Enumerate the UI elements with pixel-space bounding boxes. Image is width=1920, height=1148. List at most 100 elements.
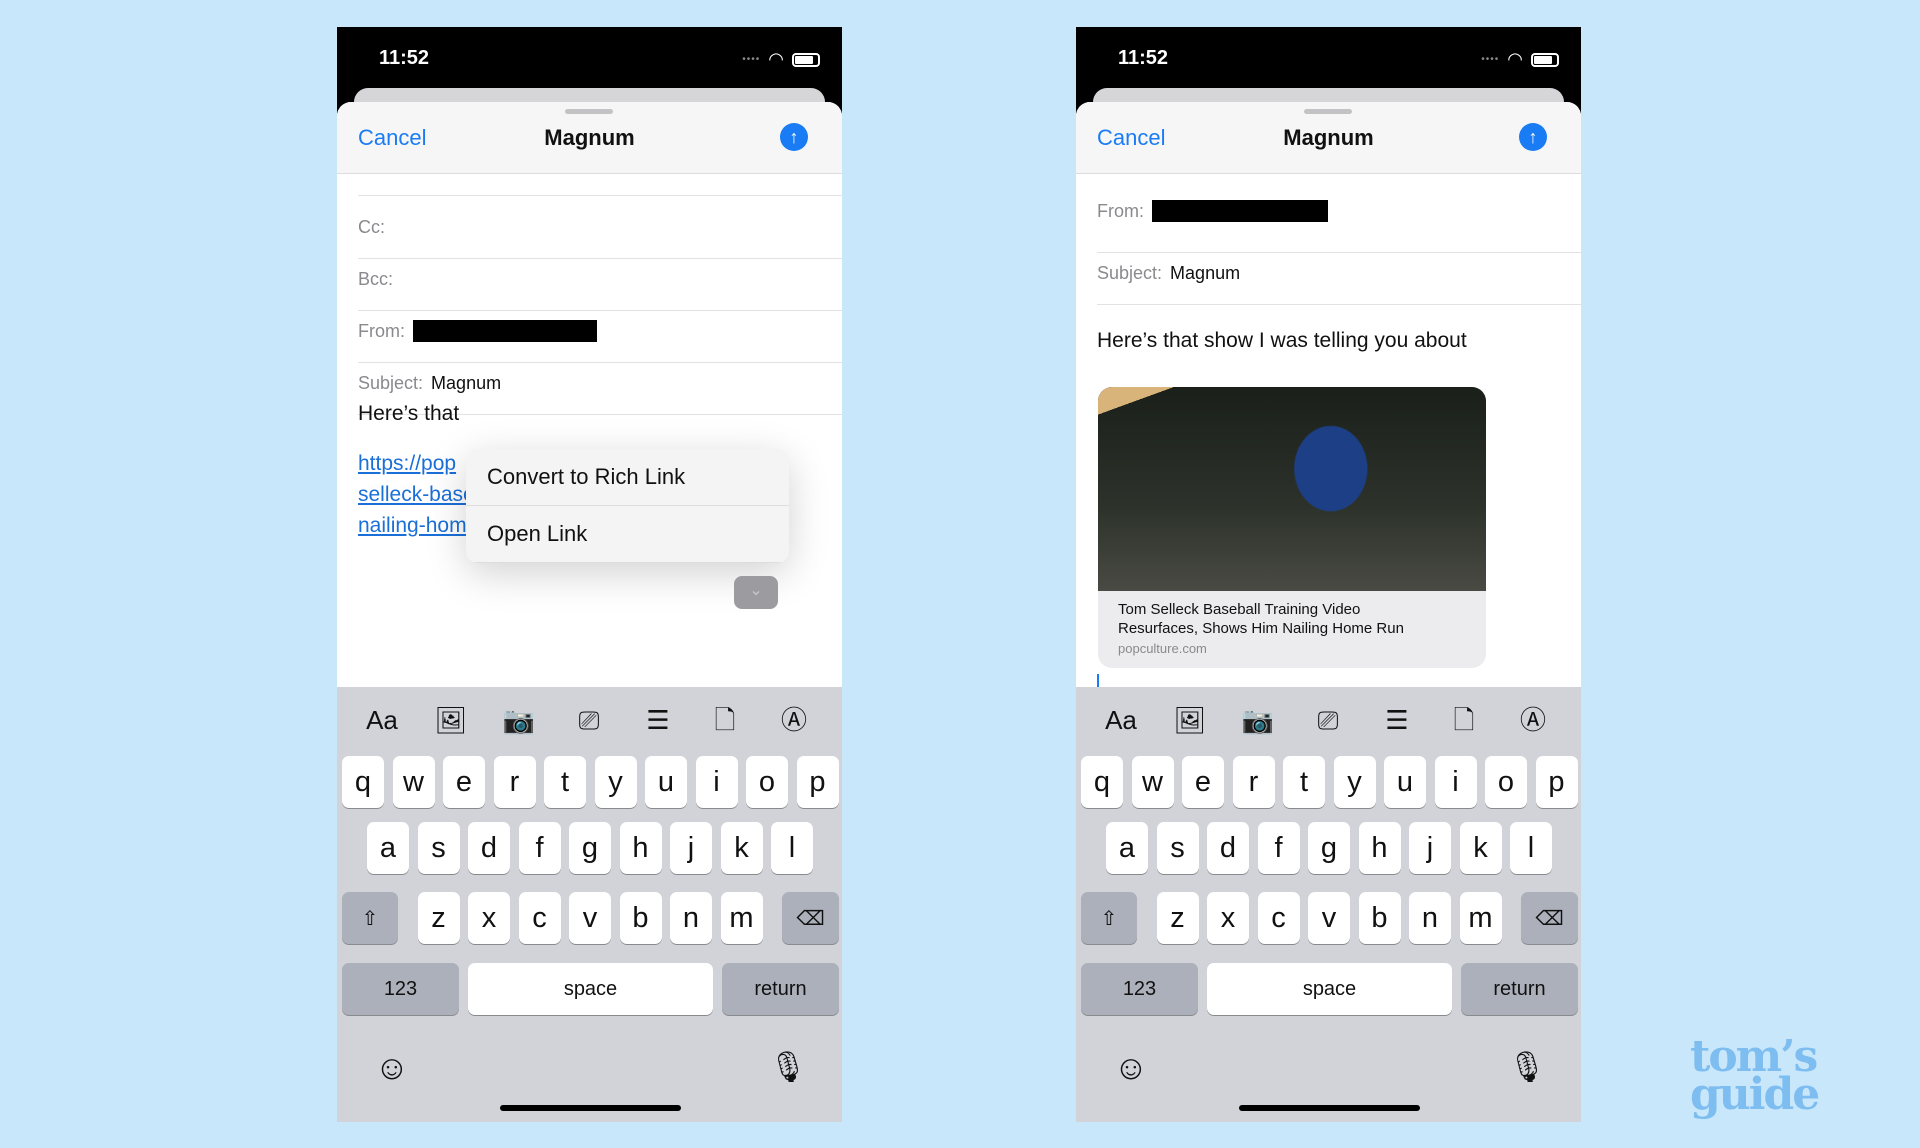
chevron-down-button[interactable]: ⌄ — [734, 576, 778, 609]
camera-icon[interactable]: 📷 — [1238, 705, 1278, 735]
key-i[interactable]: i — [1434, 756, 1477, 808]
sheet-grabber[interactable] — [1304, 109, 1352, 114]
key-y[interactable]: y — [594, 756, 637, 808]
field-row[interactable]: Subject: Magnum — [1097, 242, 1581, 305]
key-g[interactable]: g — [569, 822, 611, 874]
key-h[interactable]: h — [619, 822, 662, 874]
key-o[interactable]: o — [746, 756, 788, 808]
key-l[interactable]: l — [1510, 822, 1552, 874]
scan-text-icon[interactable]: ☰ — [638, 705, 678, 735]
microphone-icon[interactable]: 🎙 — [768, 1053, 808, 1083]
key-p[interactable]: p — [1535, 756, 1578, 808]
key-v[interactable]: v — [569, 892, 611, 944]
space-key[interactable]: space — [468, 963, 713, 1015]
key-p[interactable]: p — [796, 756, 839, 808]
photo-library-icon[interactable]: 🖼 — [1170, 705, 1210, 735]
delete-key[interactable]: ⌫ — [782, 892, 839, 944]
emoji-icon[interactable]: ☺ — [1111, 1051, 1151, 1085]
key-z[interactable]: z — [1156, 892, 1199, 944]
key-u[interactable]: u — [1384, 756, 1426, 808]
key-a[interactable]: a — [1106, 822, 1148, 874]
key-l[interactable]: l — [771, 822, 813, 874]
open-link-menu-item[interactable]: Open Link — [466, 506, 789, 563]
home-indicator[interactable] — [500, 1105, 681, 1111]
text-format-button[interactable]: Aa — [1101, 705, 1141, 735]
home-indicator[interactable] — [1239, 1105, 1420, 1111]
key-u[interactable]: u — [645, 756, 687, 808]
key-y[interactable]: y — [1333, 756, 1376, 808]
key-s[interactable]: s — [1156, 822, 1199, 874]
body-text[interactable]: Here’s that — [358, 402, 459, 426]
photo-library-icon[interactable]: 🖼 — [431, 705, 471, 735]
key-i[interactable]: i — [695, 756, 738, 808]
key-d[interactable]: d — [1207, 822, 1249, 874]
text-format-button[interactable]: Aa — [362, 705, 402, 735]
key-t[interactable]: t — [544, 756, 586, 808]
url-link[interactable]: https://pop — [358, 452, 456, 476]
key-h[interactable]: h — [1358, 822, 1401, 874]
scan-document-icon[interactable]: ⎚ — [1308, 705, 1348, 735]
key-n[interactable]: n — [1409, 892, 1451, 944]
convert-to-rich-link-menu-item[interactable]: Convert to Rich Link — [466, 449, 789, 506]
key-x[interactable]: x — [468, 892, 510, 944]
delete-icon: ⌫ — [1535, 907, 1564, 930]
send-button[interactable]: ↑ — [1519, 123, 1547, 151]
key-j[interactable]: j — [670, 822, 712, 874]
key-q[interactable]: q — [342, 756, 384, 808]
key-q[interactable]: q — [1081, 756, 1123, 808]
key-k[interactable]: k — [720, 822, 763, 874]
key-d[interactable]: d — [468, 822, 510, 874]
delete-key[interactable]: ⌫ — [1521, 892, 1578, 944]
rich-link-card[interactable]: Tom Selleck Baseball Training Video Resur… — [1098, 387, 1486, 668]
key-a[interactable]: a — [367, 822, 409, 874]
space-key[interactable]: space — [1207, 963, 1452, 1015]
wifi-icon: ◠ — [1507, 49, 1523, 69]
emoji-icon[interactable]: ☺ — [372, 1051, 412, 1085]
chevron-down-icon: ⌄ — [749, 582, 763, 599]
key-v[interactable]: v — [1308, 892, 1350, 944]
key-c[interactable]: c — [1257, 892, 1300, 944]
key-s[interactable]: s — [417, 822, 460, 874]
scan-document-icon[interactable]: ⎚ — [569, 705, 609, 735]
key-e[interactable]: e — [443, 756, 485, 808]
file-icon[interactable]: 🗋 — [705, 705, 745, 735]
key-r[interactable]: r — [493, 756, 536, 808]
key-j[interactable]: j — [1409, 822, 1451, 874]
key-o[interactable]: o — [1485, 756, 1527, 808]
key-c[interactable]: c — [518, 892, 561, 944]
key-w[interactable]: w — [1131, 756, 1174, 808]
scan-text-icon[interactable]: ☰ — [1377, 705, 1417, 735]
key-b[interactable]: b — [619, 892, 662, 944]
markup-icon[interactable]: Ⓐ — [1513, 705, 1553, 735]
key-g[interactable]: g — [1308, 822, 1350, 874]
key-m[interactable]: m — [1459, 892, 1502, 944]
shift-key[interactable]: ⇧ — [342, 892, 398, 944]
file-icon[interactable]: 🗋 — [1444, 705, 1484, 735]
key-w[interactable]: w — [392, 756, 435, 808]
field-row[interactable]: From: — [1097, 170, 1581, 253]
key-f[interactable]: f — [518, 822, 561, 874]
sheet-grabber[interactable] — [565, 109, 613, 114]
numbers-key[interactable]: 123 — [1081, 963, 1198, 1015]
key-x[interactable]: x — [1207, 892, 1249, 944]
field-value[interactable]: Magnum — [1170, 263, 1240, 284]
key-t[interactable]: t — [1283, 756, 1325, 808]
key-b[interactable]: b — [1358, 892, 1401, 944]
key-f[interactable]: f — [1257, 822, 1300, 874]
key-m[interactable]: m — [720, 892, 763, 944]
field-value[interactable]: Magnum — [431, 373, 501, 394]
shift-key[interactable]: ⇧ — [1081, 892, 1137, 944]
microphone-icon[interactable]: 🎙 — [1507, 1053, 1547, 1083]
body-text[interactable]: Here’s that show I was telling you about — [1097, 329, 1467, 353]
numbers-key[interactable]: 123 — [342, 963, 459, 1015]
key-z[interactable]: z — [417, 892, 460, 944]
return-key[interactable]: return — [1461, 963, 1578, 1015]
return-key[interactable]: return — [722, 963, 839, 1015]
key-r[interactable]: r — [1232, 756, 1275, 808]
to-row[interactable] — [358, 133, 842, 196]
markup-icon[interactable]: Ⓐ — [774, 705, 814, 735]
key-n[interactable]: n — [670, 892, 712, 944]
key-k[interactable]: k — [1459, 822, 1502, 874]
key-e[interactable]: e — [1182, 756, 1224, 808]
camera-icon[interactable]: 📷 — [499, 705, 539, 735]
